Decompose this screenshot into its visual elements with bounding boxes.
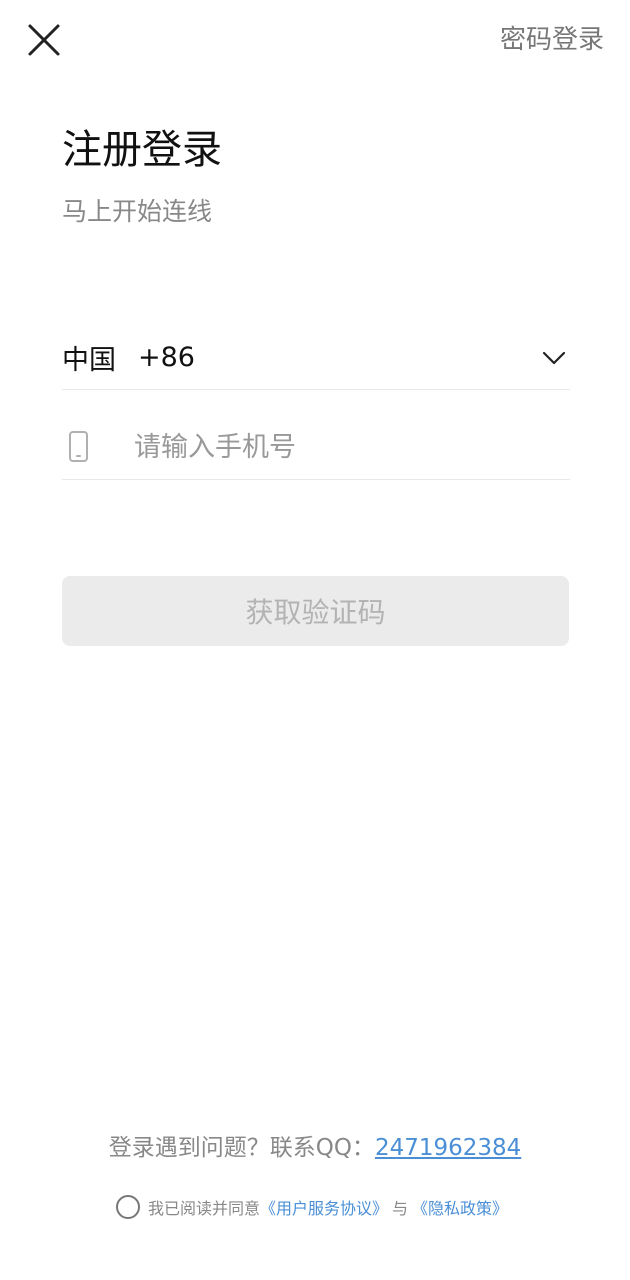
login-screen: 密码登录 注册登录 马上开始连线 中国 +86 获取验证码 登录遇到问题？联系Q…: [0, 0, 630, 1280]
and-text: 与: [392, 1199, 409, 1218]
get-code-button[interactable]: 获取验证码: [62, 576, 569, 646]
phone-field-row: [62, 414, 570, 480]
password-login-link[interactable]: 密码登录: [500, 22, 604, 58]
close-button[interactable]: [22, 18, 66, 62]
close-icon: [28, 24, 60, 56]
country-code: +86: [138, 342, 195, 373]
country-name: 中国: [62, 345, 116, 376]
agree-radio[interactable]: [116, 1195, 140, 1219]
phone-icon: [69, 430, 88, 462]
agreement-line: 我已阅读并同意 《用户服务协议》 与 《隐私政策》: [116, 1193, 508, 1221]
qq-link[interactable]: 2471962384: [375, 1135, 521, 1161]
help-line: 登录遇到问题？联系QQ：2471962384: [0, 1130, 630, 1166]
phone-input[interactable]: [134, 424, 554, 470]
country-selector[interactable]: 中国 +86: [62, 326, 570, 390]
page-subtitle: 马上开始连线: [62, 197, 213, 226]
user-agreement-link[interactable]: 《用户服务协议》: [260, 1195, 388, 1219]
chevron-down-icon: [542, 351, 566, 365]
privacy-policy-link[interactable]: 《隐私政策》: [412, 1195, 508, 1219]
agree-text: 我已阅读并同意: [148, 1199, 261, 1218]
page-title: 注册登录: [62, 127, 222, 173]
help-text: 登录遇到问题？联系QQ：: [108, 1135, 375, 1161]
